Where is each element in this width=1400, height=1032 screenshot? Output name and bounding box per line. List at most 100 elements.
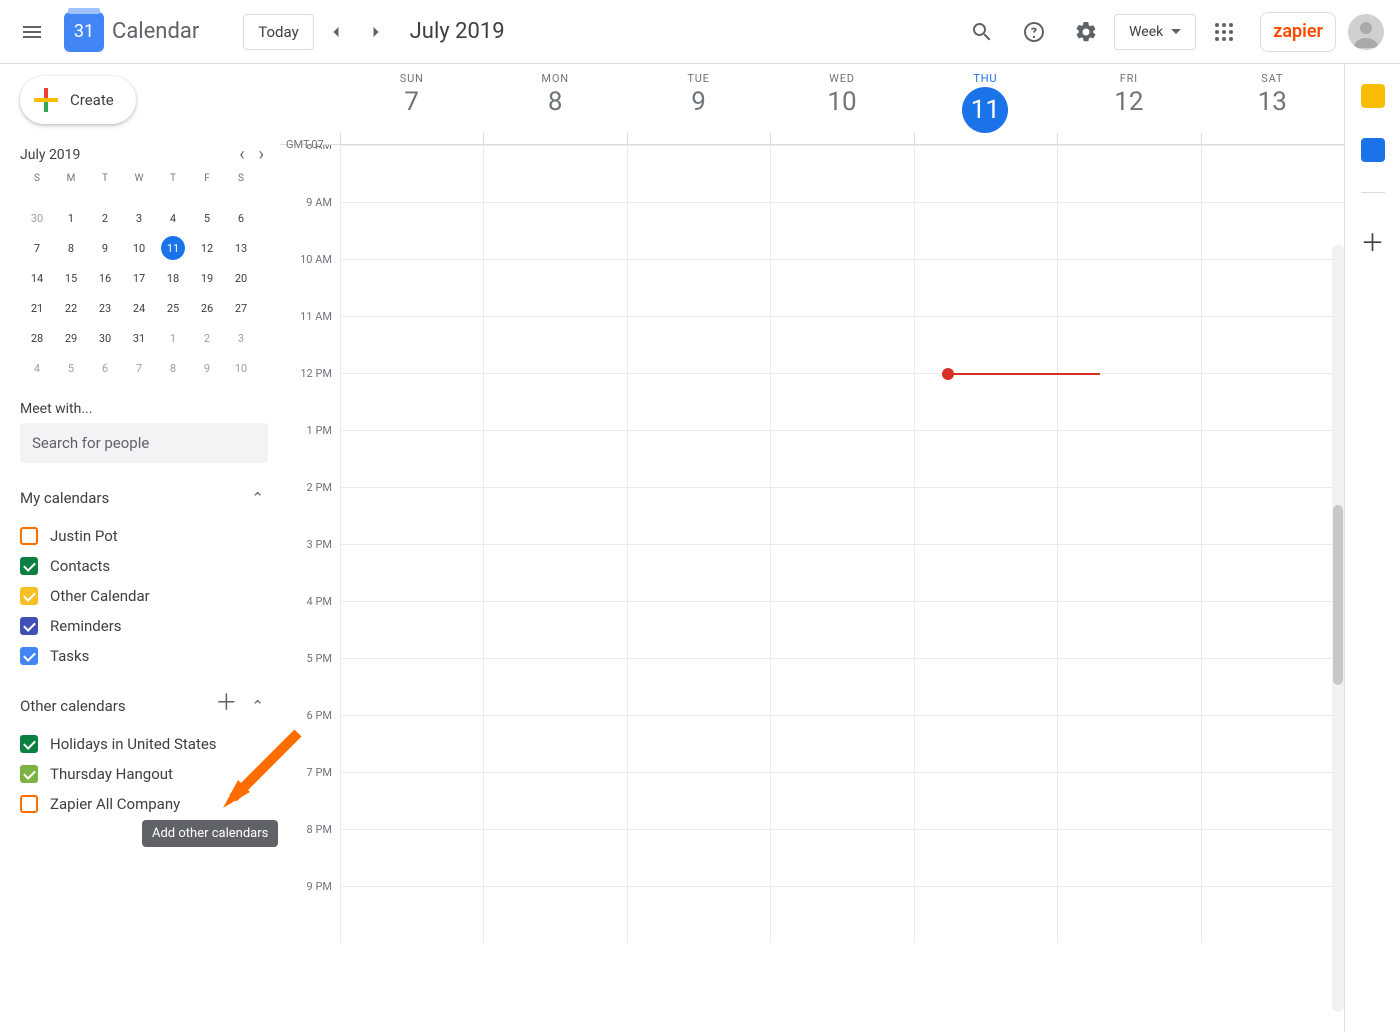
hour-cell[interactable] (770, 545, 913, 601)
allday-cell[interactable] (1201, 133, 1344, 144)
mini-day[interactable]: 3 (224, 323, 258, 353)
hour-cell[interactable] (770, 203, 913, 259)
mini-day[interactable]: 25 (156, 293, 190, 323)
mini-next-month[interactable]: › (255, 144, 268, 165)
mini-day[interactable]: 19 (190, 263, 224, 293)
mini-day[interactable]: 24 (122, 293, 156, 323)
zapier-extension-button[interactable]: zapier (1260, 12, 1336, 52)
hour-cell[interactable] (340, 659, 483, 715)
hour-cell[interactable] (914, 545, 1057, 601)
day-header[interactable]: THU11 (914, 64, 1057, 133)
hour-cell[interactable] (770, 374, 913, 430)
hour-cell[interactable] (914, 146, 1057, 202)
hour-cell[interactable] (627, 716, 770, 772)
hour-cell[interactable] (483, 716, 626, 772)
mini-day[interactable]: 10 (224, 353, 258, 383)
hour-cell[interactable] (914, 431, 1057, 487)
hour-cell[interactable] (340, 830, 483, 886)
hour-cell[interactable] (914, 260, 1057, 316)
day-header[interactable]: SUN7 (340, 64, 483, 133)
hour-cell[interactable] (914, 374, 1057, 430)
hour-cell[interactable] (770, 773, 913, 829)
hour-cell[interactable] (340, 887, 483, 943)
hour-cell[interactable] (770, 488, 913, 544)
mini-calendar[interactable]: SMTWTFS301234567891011121314151617181920… (20, 173, 268, 383)
hour-cell[interactable] (340, 260, 483, 316)
hour-cell[interactable] (914, 659, 1057, 715)
hour-cell[interactable] (340, 773, 483, 829)
hour-cell[interactable] (483, 659, 626, 715)
mini-day[interactable]: 4 (156, 203, 190, 233)
mini-day[interactable]: 13 (224, 233, 258, 263)
hour-cell[interactable] (1201, 602, 1344, 658)
next-week-button[interactable] (358, 14, 394, 50)
allday-cell[interactable] (1057, 133, 1200, 144)
hour-cell[interactable] (770, 260, 913, 316)
hour-cell[interactable] (483, 545, 626, 601)
hour-cell[interactable] (340, 146, 483, 202)
mini-day[interactable]: 9 (190, 353, 224, 383)
mini-day[interactable]: 10 (122, 233, 156, 263)
mini-day[interactable]: 11 (156, 233, 190, 263)
my-calendars-header[interactable]: My calendars ⌃ (20, 485, 268, 511)
calendar-item[interactable]: Tasks (20, 641, 268, 671)
hour-cell[interactable] (483, 602, 626, 658)
tasks-addon-icon[interactable] (1361, 138, 1385, 162)
mini-day[interactable]: 14 (20, 263, 54, 293)
hour-cell[interactable] (914, 203, 1057, 259)
mini-day[interactable]: 1 (156, 323, 190, 353)
hour-cell[interactable] (483, 887, 626, 943)
date-number[interactable]: 8 (483, 87, 626, 117)
hour-cell[interactable] (1057, 488, 1200, 544)
day-header[interactable]: TUE9 (627, 64, 770, 133)
prev-week-button[interactable] (318, 14, 354, 50)
mini-day[interactable]: 20 (224, 263, 258, 293)
hour-cell[interactable] (340, 203, 483, 259)
mini-day[interactable]: 22 (54, 293, 88, 323)
hour-cell[interactable] (1057, 374, 1200, 430)
hour-cell[interactable] (1201, 545, 1344, 601)
hour-cell[interactable] (627, 830, 770, 886)
allday-row[interactable] (280, 133, 1344, 145)
hour-cell[interactable] (770, 317, 913, 373)
hour-cell[interactable] (340, 374, 483, 430)
hour-cell[interactable] (1057, 659, 1200, 715)
search-people-input[interactable]: Search for people (20, 423, 268, 463)
mini-day[interactable]: 30 (20, 203, 54, 233)
help-icon[interactable] (1010, 8, 1058, 56)
hour-cell[interactable] (914, 887, 1057, 943)
view-selector[interactable]: Week (1114, 14, 1196, 50)
hour-cell[interactable] (340, 431, 483, 487)
day-header[interactable]: WED10 (770, 64, 913, 133)
hour-cell[interactable] (627, 659, 770, 715)
hour-cell[interactable] (914, 716, 1057, 772)
scrollbar[interactable] (1332, 245, 1344, 1012)
apps-grid-icon[interactable] (1200, 8, 1248, 56)
hour-cell[interactable] (1201, 659, 1344, 715)
create-button[interactable]: Create (20, 76, 136, 124)
calendar-checkbox[interactable] (20, 587, 38, 605)
hour-cell[interactable] (914, 488, 1057, 544)
mini-day[interactable]: 5 (54, 353, 88, 383)
date-number[interactable]: 7 (340, 87, 483, 117)
mini-day[interactable]: 23 (88, 293, 122, 323)
hour-cell[interactable] (1201, 146, 1344, 202)
hour-cell[interactable] (627, 260, 770, 316)
hour-cell[interactable] (483, 830, 626, 886)
mini-day[interactable]: 6 (224, 203, 258, 233)
calendar-checkbox[interactable] (20, 527, 38, 545)
calendar-checkbox[interactable] (20, 647, 38, 665)
day-header[interactable]: SAT13 (1201, 64, 1344, 133)
hour-cell[interactable] (627, 431, 770, 487)
calendar-item[interactable]: Reminders (20, 611, 268, 641)
mini-day[interactable]: 8 (54, 233, 88, 263)
hour-cell[interactable] (1057, 830, 1200, 886)
hour-cell[interactable] (770, 659, 913, 715)
hour-cell[interactable] (1057, 317, 1200, 373)
calendar-checkbox[interactable] (20, 735, 38, 753)
hour-cell[interactable] (914, 317, 1057, 373)
hour-cell[interactable] (1201, 260, 1344, 316)
hour-cell[interactable] (340, 488, 483, 544)
date-number[interactable]: 13 (1201, 87, 1344, 117)
hour-grid[interactable]: 8 AM9 AM10 AM11 AM12 PM1 PM2 PM3 PM4 PM5… (280, 145, 1344, 943)
